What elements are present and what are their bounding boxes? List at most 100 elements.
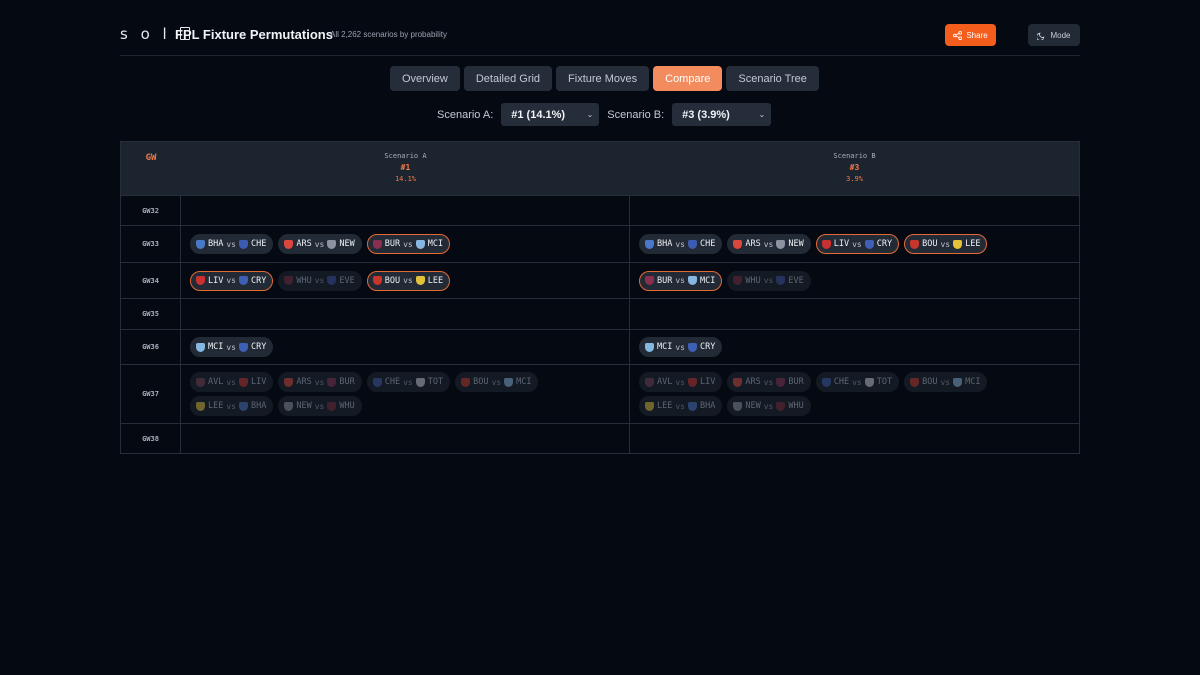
- fixture-chip[interactable]: CHE vs TOT: [366, 372, 451, 392]
- scenario-selectors: Scenario A: #1 (14.1%) ⌄ Scenario B: #3 …: [437, 103, 772, 126]
- table-row: GW33 BHA vs CHE ARS vs NEW BUR vs MCI BHA vs CHE ARS v…: [121, 225, 1079, 262]
- table-body: GW32 GW33 BHA vs CHE ARS vs NEW BUR vs MCI BHA vs CHE…: [121, 195, 1079, 453]
- scenario-b-select[interactable]: #3 (3.9%) ⌄: [672, 103, 772, 126]
- team-crest-icon: [372, 276, 382, 285]
- away-team: BUR: [788, 377, 804, 387]
- home-team: ARS: [745, 239, 761, 249]
- fixture-chip[interactable]: BOU vs MCI: [904, 372, 988, 392]
- team-crest-icon: [645, 239, 654, 249]
- vs-label: vs: [491, 377, 502, 387]
- scenario-a-name: Scenario A: [384, 152, 427, 160]
- vs-label: vs: [314, 276, 325, 285]
- chevron-down-icon: ⌄: [758, 110, 766, 119]
- home-team: LEE: [208, 401, 224, 411]
- team-crest-icon: [821, 239, 831, 249]
- fixture-chip[interactable]: ARS vs BUR: [727, 372, 811, 392]
- away-team: TOT: [876, 377, 893, 387]
- scenario-a-cell: BHA vs CHE ARS vs NEW BUR vs MCI: [181, 226, 630, 262]
- scenario-b-number: #3: [849, 163, 860, 172]
- away-team: LIV: [251, 377, 267, 387]
- home-team: NEW: [745, 401, 761, 411]
- vs-label: vs: [675, 239, 685, 249]
- vs-label: vs: [314, 377, 325, 387]
- scenario-a-cell: MCI vs CRY: [181, 330, 630, 364]
- tab-compare[interactable]: Compare: [653, 66, 723, 91]
- fixture-chip[interactable]: WHU vs EVE: [278, 270, 362, 291]
- home-team: BUR: [384, 239, 401, 249]
- tab-scenario-tree[interactable]: Scenario Tree: [726, 66, 819, 91]
- fixture-chip[interactable]: NEW vs WHU: [727, 396, 811, 416]
- compare-table: GW Scenario A #1 14.1% Scenario B #3 3.9…: [120, 141, 1080, 454]
- fixture-chip[interactable]: LIV vs CRY: [815, 234, 900, 254]
- mode-button[interactable]: Mode: [1028, 24, 1080, 46]
- tab-fixture-moves[interactable]: Fixture Moves: [556, 66, 650, 91]
- team-crest-icon: [645, 377, 654, 387]
- share-button[interactable]: Share: [945, 24, 996, 46]
- fixture-chip[interactable]: CHE vs TOT: [815, 372, 900, 392]
- team-crest-icon: [645, 401, 654, 411]
- team-crest-icon: [688, 239, 697, 249]
- away-team: CRY: [876, 239, 893, 249]
- fixture-chip[interactable]: LEE vs BHA: [639, 396, 723, 416]
- fixture-chip[interactable]: LIV vs CRY: [190, 270, 274, 291]
- fixture-chip[interactable]: BOU vs MCI: [455, 372, 539, 392]
- tab-detailed-grid[interactable]: Detailed Grid: [463, 66, 553, 91]
- scenario-b-label: Scenario B:: [607, 108, 665, 121]
- away-team: CHE: [700, 239, 716, 249]
- home-team: BHA: [657, 239, 673, 249]
- fixture-chip[interactable]: AVL vs LIV: [639, 372, 723, 392]
- fixture-chip[interactable]: ARS vs NEW: [727, 234, 811, 254]
- away-team: NEW: [788, 239, 804, 249]
- away-team: CRY: [251, 342, 267, 352]
- vs-label: vs: [226, 276, 236, 285]
- vs-label: vs: [226, 401, 236, 411]
- home-team: BHA: [208, 239, 224, 249]
- fixture-chip[interactable]: BOU vs LEE: [366, 270, 451, 291]
- team-crest-icon: [284, 401, 294, 411]
- scenario-b-cell: [630, 196, 1079, 225]
- away-team: LIV: [700, 377, 716, 387]
- fixture-chip[interactable]: BUR vs MCI: [366, 234, 451, 254]
- fixture-chip[interactable]: BUR vs MCI: [639, 270, 723, 291]
- team-crest-icon: [196, 276, 205, 285]
- team-crest-icon: [688, 342, 697, 352]
- fixture-chip[interactable]: BHA vs CHE: [639, 234, 723, 254]
- scenario-b-cell: [630, 424, 1079, 453]
- tab-overview[interactable]: Overview: [390, 66, 460, 91]
- top-header: s o l FPL Fixture Permutations All 2,262…: [120, 22, 1080, 56]
- fixture-chip[interactable]: MCI vs CRY: [639, 337, 723, 357]
- team-crest-icon: [864, 377, 874, 387]
- scenario-a-number: #1: [400, 163, 411, 172]
- team-crest-icon: [327, 401, 337, 411]
- gameweek-label: GW35: [121, 299, 181, 329]
- team-crest-icon: [239, 401, 248, 411]
- gameweek-label: GW34: [121, 263, 181, 298]
- scenario-a-cell: [181, 299, 630, 329]
- scenario-a-label: Scenario A:: [437, 108, 494, 121]
- home-team: MCI: [657, 342, 673, 352]
- home-team: AVL: [208, 377, 224, 387]
- away-team: MCI: [427, 239, 444, 249]
- vs-label: vs: [226, 239, 236, 249]
- fixture-chip[interactable]: WHU vs EVE: [727, 270, 811, 291]
- fixture-chip[interactable]: MCI vs CRY: [190, 337, 274, 357]
- vs-label: vs: [314, 401, 325, 411]
- vs-label: vs: [852, 239, 862, 249]
- gameweek-label: GW37: [121, 365, 181, 423]
- home-team: ARS: [296, 239, 312, 249]
- team-crest-icon: [327, 377, 337, 387]
- fixture-chip[interactable]: ARS vs BUR: [278, 372, 362, 392]
- scenario-a-select[interactable]: #1 (14.1%) ⌄: [501, 103, 600, 126]
- scenario-a-value: #1 (14.1%): [511, 108, 566, 121]
- fixture-chip[interactable]: AVL vs LIV: [190, 372, 274, 392]
- fixture-chip[interactable]: BOU vs LEE: [904, 234, 988, 254]
- fixture-chip[interactable]: LEE vs BHA: [190, 396, 274, 416]
- scenario-b-value: #3 (3.9%): [682, 108, 730, 121]
- fixture-chip[interactable]: BHA vs CHE: [190, 234, 274, 254]
- away-team: MCI: [965, 377, 981, 387]
- table-row: GW32: [121, 195, 1079, 225]
- fixture-chip[interactable]: ARS vs NEW: [278, 234, 362, 254]
- gw-header: GW: [145, 153, 157, 163]
- fixture-chip[interactable]: NEW vs WHU: [278, 396, 362, 416]
- team-crest-icon: [372, 239, 382, 249]
